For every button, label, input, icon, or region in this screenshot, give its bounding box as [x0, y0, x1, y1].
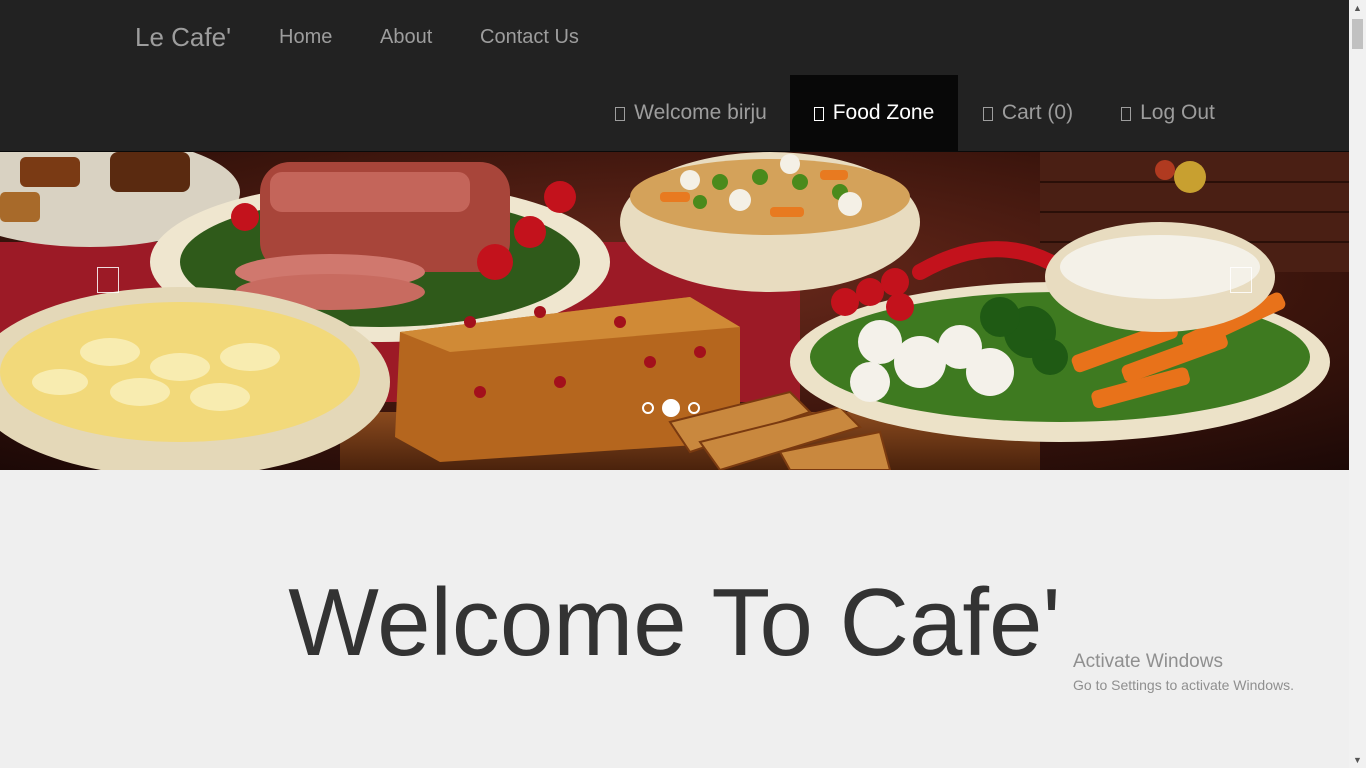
- carousel-indicators: [642, 399, 700, 417]
- nav-item-food-zone-label: Food Zone: [832, 101, 935, 124]
- carousel-indicator-1[interactable]: [642, 402, 654, 414]
- user-icon: [615, 107, 626, 121]
- nav-item-welcome-label: Welcome birju: [634, 101, 767, 124]
- nav-item-cart[interactable]: Cart (0): [969, 75, 1087, 151]
- vertical-scrollbar[interactable]: [1349, 0, 1366, 768]
- carousel-next-control[interactable]: [1230, 267, 1252, 293]
- food-banner-image: [0, 152, 1349, 470]
- cart-icon: [982, 107, 993, 121]
- nav-item-welcome[interactable]: Welcome birju: [602, 75, 780, 151]
- carousel-indicator-2[interactable]: [662, 399, 680, 417]
- nav-item-logout[interactable]: Log Out: [1108, 75, 1228, 151]
- nav-item-logout-label: Log Out: [1140, 101, 1215, 124]
- nav-link-contact[interactable]: Contact Us: [480, 26, 579, 49]
- scroll-up-icon[interactable]: ▲: [1353, 3, 1362, 13]
- cutlery-icon: [813, 107, 824, 121]
- brand-link[interactable]: Le Cafe': [135, 22, 231, 53]
- food-carousel: [0, 152, 1349, 470]
- logout-icon: [1121, 107, 1132, 121]
- activate-windows-subtitle: Go to Settings to activate Windows.: [1073, 677, 1294, 693]
- nav-link-home[interactable]: Home: [279, 26, 332, 49]
- carousel-indicator-3[interactable]: [688, 402, 700, 414]
- activate-windows-watermark: Activate Windows Go to Settings to activ…: [1073, 651, 1294, 693]
- navbar: Le Cafe' Home About Contact Us Welcome b…: [0, 0, 1349, 152]
- scrollbar-thumb[interactable]: [1352, 19, 1363, 49]
- scroll-down-icon[interactable]: ▼: [1353, 755, 1362, 765]
- activate-windows-title: Activate Windows: [1073, 651, 1223, 672]
- nav-item-food-zone[interactable]: Food Zone: [790, 75, 958, 151]
- carousel-prev-control[interactable]: [97, 267, 119, 293]
- nav-link-about[interactable]: About: [380, 26, 432, 49]
- nav-item-cart-label: Cart (0): [1001, 101, 1074, 124]
